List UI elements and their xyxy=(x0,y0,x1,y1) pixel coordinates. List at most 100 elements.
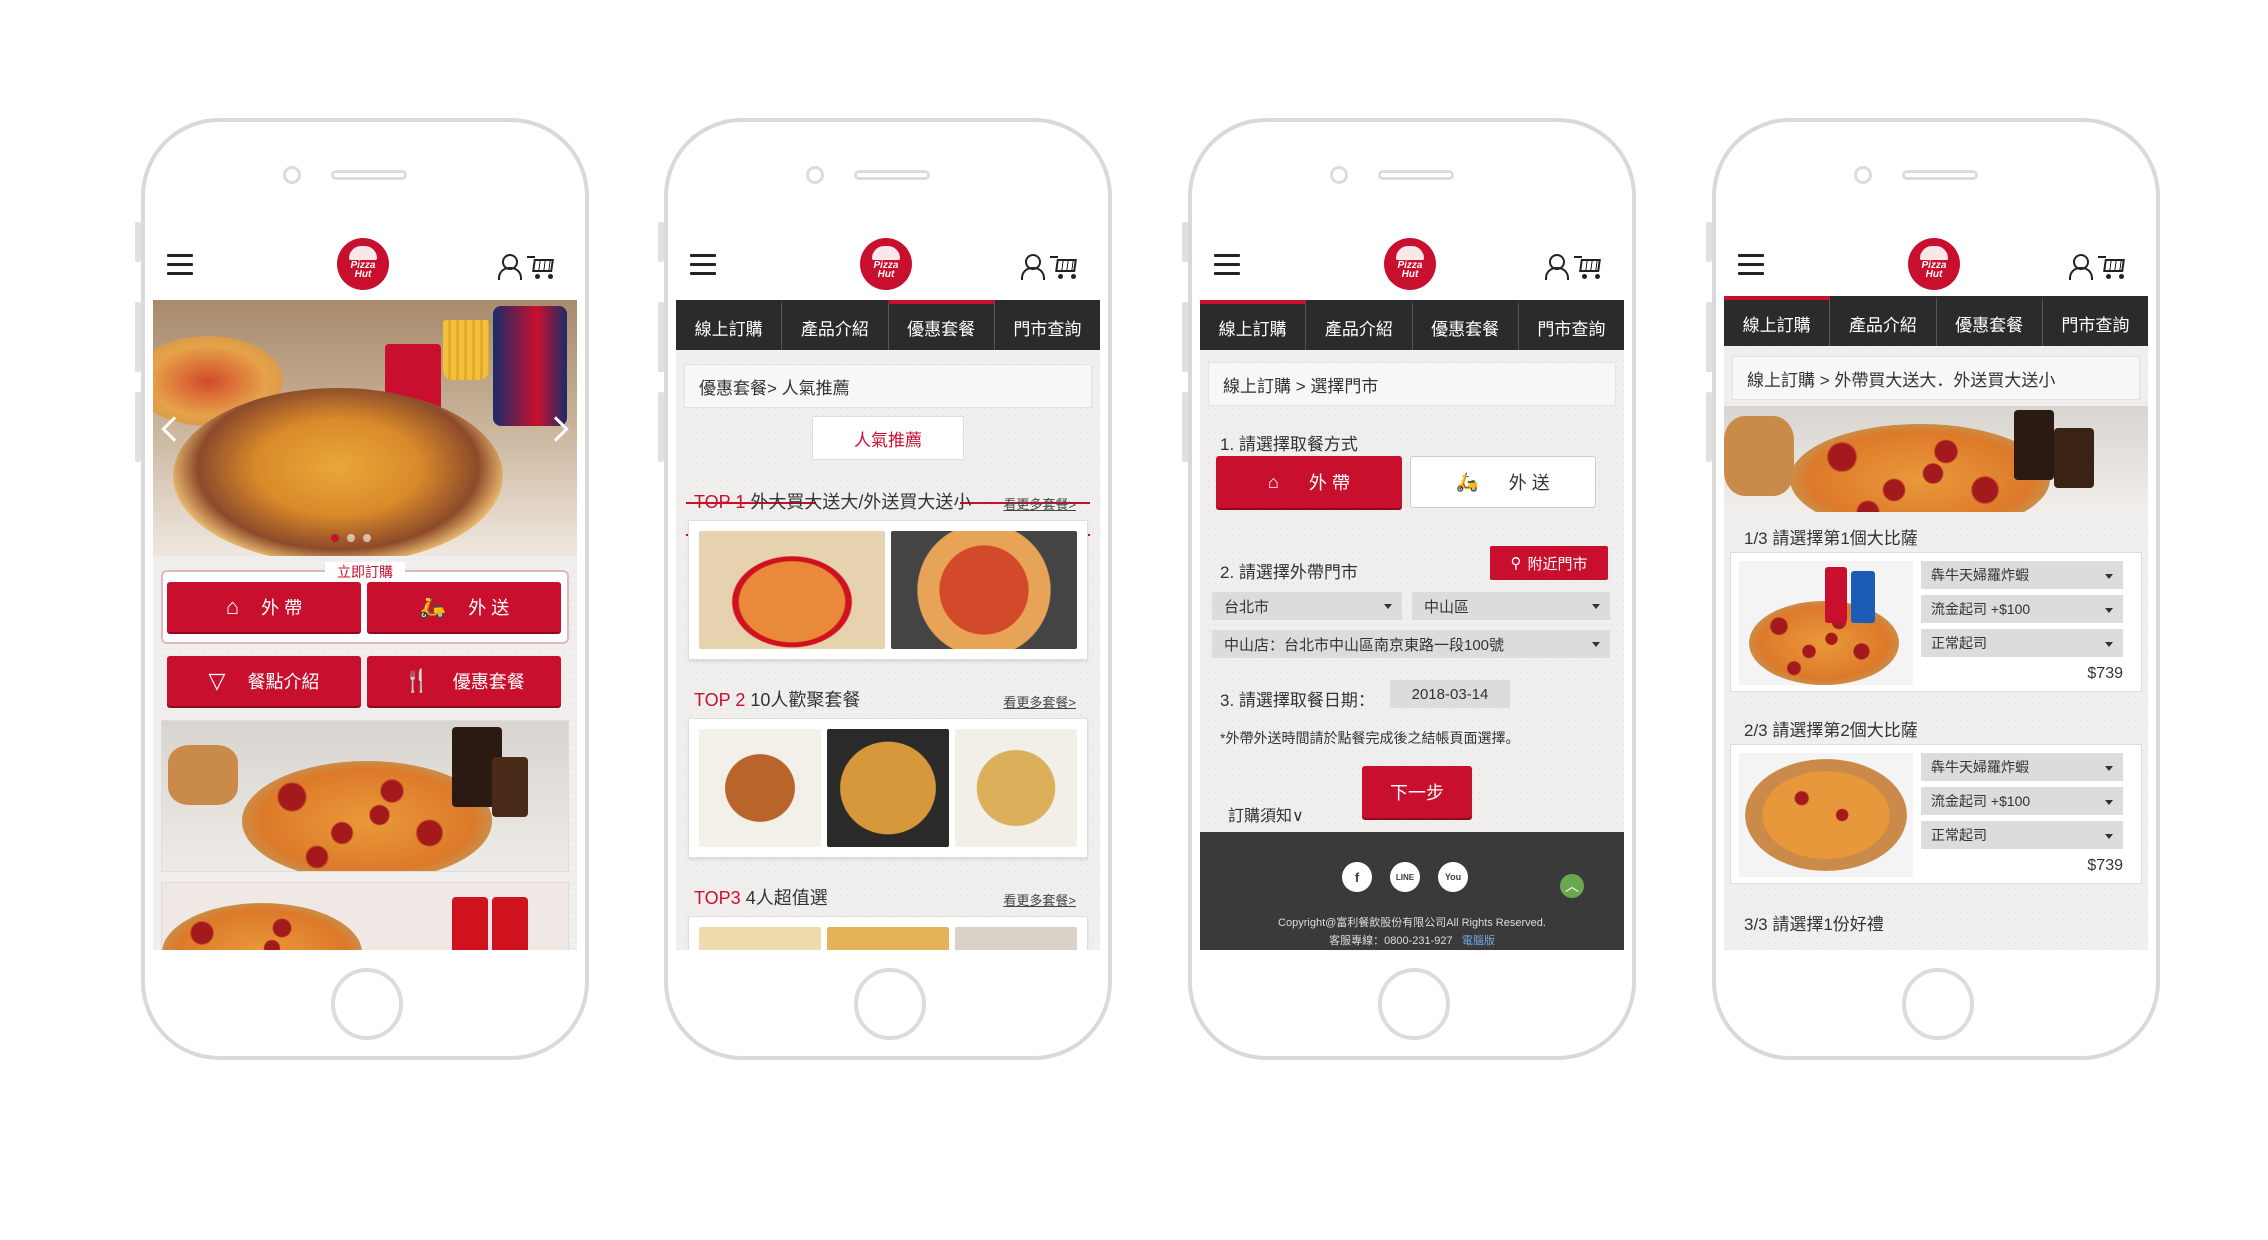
nav-tabs: 線上訂購 產品介紹 優惠套餐 門市查詢 xyxy=(1200,300,1624,350)
cart-icon[interactable] xyxy=(1574,256,1604,280)
more-deals-link[interactable]: 看更多套餐> xyxy=(1003,890,1076,909)
tab-online-order[interactable]: 線上訂購 xyxy=(1200,300,1307,350)
deal-thumb[interactable] xyxy=(827,927,949,950)
cheese-select[interactable]: 正常起司 xyxy=(1921,821,2123,849)
phone-camera xyxy=(1854,166,1872,184)
tab-online-order[interactable]: 線上訂購 xyxy=(1724,296,1831,346)
crust-value: 流金起司 +$100 xyxy=(1931,793,2031,809)
deal-gallery[interactable] xyxy=(688,916,1088,950)
line-icon[interactable]: LINE xyxy=(1390,862,1420,892)
menu-icon[interactable] xyxy=(1214,254,1240,276)
tab-stores[interactable]: 門市查詢 xyxy=(995,300,1100,350)
facebook-icon[interactable]: f xyxy=(1342,862,1372,892)
promo-banner[interactable] xyxy=(161,720,569,872)
pizza-image xyxy=(173,388,503,556)
pizza-hut-logo[interactable]: Pizza Hut xyxy=(1384,238,1436,290)
tab-deals[interactable]: 優惠套餐 xyxy=(1413,300,1519,350)
next-step-button[interactable]: 下一步 xyxy=(1362,766,1472,818)
deal-thumb[interactable] xyxy=(699,729,821,847)
tab-products[interactable]: 產品介紹 xyxy=(1306,300,1413,350)
deal-thumb[interactable] xyxy=(827,729,949,847)
order-now-label: 立即訂購 xyxy=(325,562,405,582)
tab-products[interactable]: 產品介紹 xyxy=(1830,296,1937,346)
more-deals-link[interactable]: 看更多套餐> xyxy=(1003,692,1076,711)
promo-banner[interactable] xyxy=(161,882,569,950)
user-icon[interactable] xyxy=(497,254,522,280)
pizza-flavor-select[interactable]: 犇牛天婦羅炸蝦 xyxy=(1921,561,2123,589)
app-header: Pizza Hut xyxy=(1724,220,2148,300)
deals-button[interactable]: 🍴 優惠套餐 xyxy=(367,656,561,706)
pizza-hut-logo[interactable]: Pizza Hut xyxy=(860,238,912,290)
menu-button[interactable]: ▽ 餐點介紹 xyxy=(167,656,361,706)
tab-stores[interactable]: 門市查詢 xyxy=(2043,296,2148,346)
crust-select[interactable]: 流金起司 +$100 xyxy=(1921,595,2123,623)
deal-gallery[interactable] xyxy=(688,718,1088,858)
step2-title: 2/3 請選擇第2個大比薩 xyxy=(1744,721,1918,740)
step3-title: 3/3 請選擇1份好禮 xyxy=(1744,915,1884,934)
cheese-select[interactable]: 正常起司 xyxy=(1921,629,2123,657)
store-select[interactable]: 中山店：台北市中山區南京東路一段100號 xyxy=(1212,630,1610,658)
deal-thumb[interactable] xyxy=(891,531,1077,649)
tab-stores[interactable]: 門市查詢 xyxy=(1519,300,1624,350)
pizza-flavor-select[interactable]: 犇牛天婦羅炸蝦 xyxy=(1921,753,2123,781)
youtube-icon[interactable]: You xyxy=(1438,862,1468,892)
district-select[interactable]: 中山區 xyxy=(1412,592,1610,620)
cheese-value: 正常起司 xyxy=(1931,827,1987,843)
tab-online-order[interactable]: 線上訂購 xyxy=(676,300,783,350)
chevron-down-icon xyxy=(2105,642,2113,647)
cart-icon[interactable] xyxy=(527,256,557,280)
store-icon: ⌂ xyxy=(1268,471,1279,492)
pizza-hut-logo[interactable]: Pizza Hut xyxy=(1908,238,1960,290)
screen-deals: Pizza Hut 線上訂購 產品介紹 優惠套餐 門市查詢 優惠套餐> 人氣推薦… xyxy=(676,220,1100,950)
cart-icon[interactable] xyxy=(1050,256,1080,280)
nearby-stores-button[interactable]: ⚲ 附近門市 xyxy=(1490,546,1608,580)
location-pin-icon: ⚲ xyxy=(1510,555,1522,572)
city-select[interactable]: 台北市 xyxy=(1212,592,1402,620)
desktop-version-link[interactable]: 電腦版 xyxy=(1462,935,1495,947)
pizza-image xyxy=(1739,561,1913,685)
delivery-button[interactable]: 🛵 外 送 xyxy=(367,582,561,632)
deal-thumb[interactable] xyxy=(955,927,1077,950)
delivery-option-button[interactable]: 🛵 外 送 xyxy=(1410,456,1596,508)
step1-label: 1. 請選擇取餐方式 xyxy=(1220,435,1358,454)
user-icon[interactable] xyxy=(2068,254,2093,280)
tab-products[interactable]: 產品介紹 xyxy=(782,300,889,350)
more-deals-link[interactable]: 看更多套餐> xyxy=(1003,494,1076,513)
phone-camera xyxy=(806,166,824,184)
tab-deals[interactable]: 優惠套餐 xyxy=(888,300,995,350)
user-icon[interactable] xyxy=(1544,254,1569,280)
user-icon[interactable] xyxy=(1020,254,1045,280)
deal-thumb[interactable] xyxy=(699,531,885,649)
deal-thumb[interactable] xyxy=(955,729,1077,847)
hero-banner[interactable] xyxy=(153,300,577,556)
logo-text: Pizza Hut xyxy=(873,260,899,280)
phone-side-button xyxy=(135,222,141,262)
breadcrumb: 線上訂購 > 外帶買大送大．外送買大送小 xyxy=(1732,356,2140,400)
back-to-top-icon[interactable]: ︿ xyxy=(1560,874,1584,898)
phone-side-button xyxy=(135,392,141,462)
tab-deals[interactable]: 優惠套餐 xyxy=(1937,296,2043,346)
app-header: Pizza Hut xyxy=(1200,220,1624,300)
menu-icon[interactable] xyxy=(1738,254,1764,276)
phone-speaker xyxy=(1902,170,1978,180)
phone-side-button xyxy=(1182,222,1188,262)
crust-select[interactable]: 流金起司 +$100 xyxy=(1921,787,2123,815)
takeout-option-button[interactable]: ⌂ 外 帶 xyxy=(1216,456,1402,508)
order-notice-toggle[interactable]: 訂購須知∨ xyxy=(1228,802,1304,826)
deal-thumb[interactable] xyxy=(699,927,821,950)
cart-icon[interactable] xyxy=(2098,256,2128,280)
pickup-date-field[interactable]: 2018-03-14 xyxy=(1390,680,1510,708)
menu-icon[interactable] xyxy=(167,254,193,276)
chevron-down-icon xyxy=(2105,766,2113,771)
fork-knife-icon: 🍴 xyxy=(403,668,431,693)
menu-icon[interactable] xyxy=(690,254,716,276)
carousel-dots[interactable] xyxy=(331,534,371,542)
deal-gallery[interactable] xyxy=(688,520,1088,660)
takeout-button[interactable]: ⌂ 外 帶 xyxy=(167,582,361,632)
phone-side-button xyxy=(1706,302,1712,372)
phone-side-button xyxy=(658,302,664,372)
screen-home: Pizza Hut 立即訂購 ⌂ 外 帶 🛵 外 送 ▽ 餐點介紹 🍴 優惠套餐 xyxy=(153,220,577,950)
phone-home-button xyxy=(854,968,926,1040)
pizza-hut-logo[interactable]: Pizza Hut xyxy=(337,238,389,290)
nav-tabs: 線上訂購 產品介紹 優惠套餐 門市查詢 xyxy=(1724,296,2148,346)
